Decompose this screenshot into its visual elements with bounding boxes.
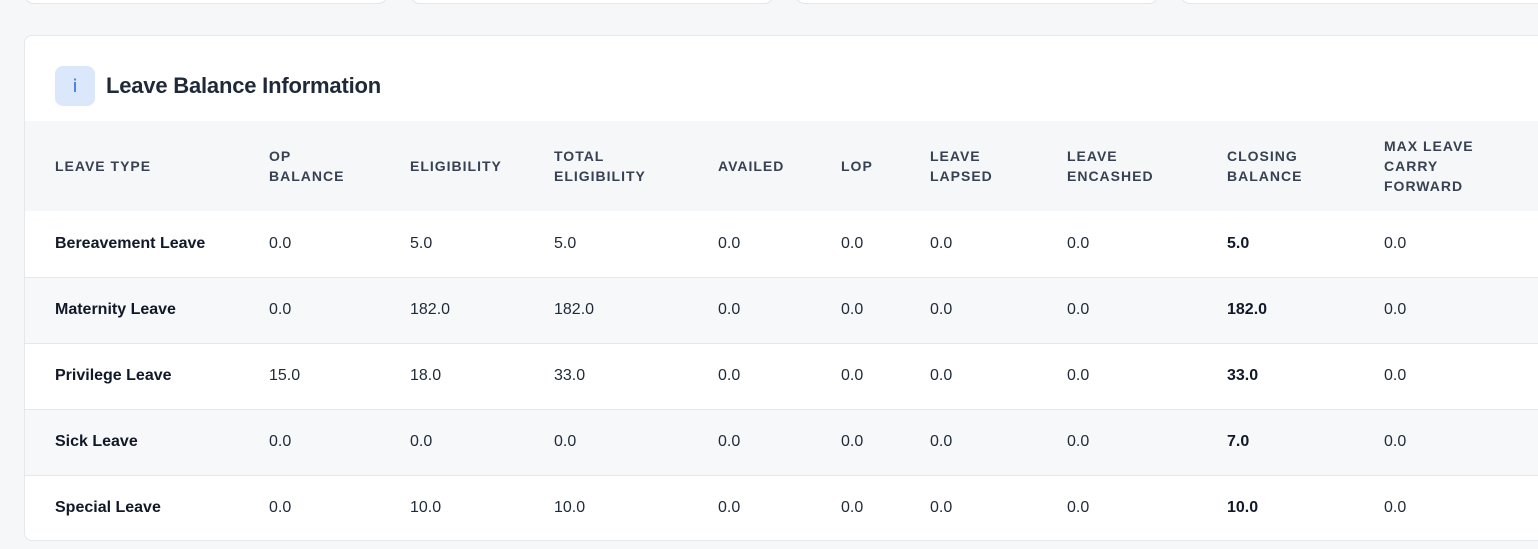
summary-card — [795, 0, 1159, 4]
lop-cell: 0.0 — [841, 301, 864, 318]
total-eligibility-cell: 0.0 — [554, 433, 577, 450]
total-eligibility-cell: 33.0 — [554, 367, 586, 384]
eligibility-cell: 5.0 — [410, 234, 433, 252]
closing-balance-cell: 7.0 — [1227, 433, 1250, 450]
col-lop-header: LOP — [841, 121, 930, 211]
header-label: BALANCE — [269, 168, 345, 184]
max-leave-carry-forward-cell: 0.0 — [1384, 499, 1407, 517]
col-op-balance-header: OP BALANCE — [269, 121, 410, 211]
eligibility-cell: 182.0 — [410, 301, 451, 318]
leave-balance-table: LEAVE TYPE OP BALANCE ELIGIBILITY TOTAL ELIGI… — [25, 121, 1538, 540]
header-label: CLOSING — [1227, 148, 1298, 164]
total-eligibility-cell: 10.0 — [554, 499, 586, 517]
max-leave-carry-forward-cell: 0.0 — [1384, 367, 1407, 384]
lop-cell: 0.0 — [841, 433, 864, 450]
table-header-row: LEAVE TYPE OP BALANCE ELIGIBILITY TOTAL ELIGI… — [25, 121, 1538, 211]
op-balance-cell: 15.0 — [269, 367, 301, 384]
table-row: Bereavement Leave 0.0 5.0 5.0 0.0 0.0 0.0 0.0 5.… — [25, 211, 1538, 277]
col-availed-header: AVAILED — [718, 121, 841, 211]
lop-cell: 0.0 — [841, 234, 864, 252]
total-eligibility-cell: 5.0 — [554, 234, 577, 252]
leave-lapsed-cell: 0.0 — [930, 301, 953, 318]
op-balance-cell: 0.0 — [269, 433, 292, 450]
summary-card — [24, 0, 388, 4]
leave-encashed-cell: 0.0 — [1067, 367, 1090, 384]
lop-cell: 0.0 — [841, 499, 864, 517]
op-balance-cell: 0.0 — [269, 234, 292, 252]
header-label: ELIGIBILITY — [410, 158, 502, 174]
header-label: LEAVE — [1067, 148, 1118, 164]
op-balance-cell: 0.0 — [269, 499, 292, 517]
leave-type-cell: Special Leave — [55, 499, 161, 517]
header-label: AVAILED — [718, 158, 785, 174]
panel-title: Leave Balance Information — [106, 73, 381, 98]
col-leave-encashed-header: LEAVE ENCASHED — [1067, 121, 1227, 211]
eligibility-cell: 18.0 — [410, 367, 442, 384]
op-balance-cell: 0.0 — [269, 301, 292, 318]
eligibility-cell: 0.0 — [410, 433, 433, 450]
table-body: Bereavement Leave 0.0 5.0 5.0 0.0 0.0 0.0 0.0 5.… — [25, 211, 1538, 540]
availed-cell: 0.0 — [718, 301, 741, 318]
table-row: Maternity Leave 0.0 182.0 182.0 0.0 0.0 0.0 0.0… — [25, 277, 1538, 343]
leave-type-cell: Maternity Leave — [55, 301, 176, 318]
header-label: LAPSED — [930, 168, 993, 184]
leave-encashed-cell: 0.0 — [1067, 433, 1090, 450]
leave-lapsed-cell: 0.0 — [930, 499, 953, 517]
header-label: ENCASHED — [1067, 168, 1154, 184]
availed-cell: 0.0 — [718, 499, 741, 517]
header-label: LEAVE — [930, 148, 981, 164]
col-leave-type-header: LEAVE TYPE — [25, 121, 269, 211]
leave-type-cell: Bereavement Leave — [55, 234, 206, 252]
leave-encashed-cell: 0.0 — [1067, 499, 1090, 517]
closing-balance-cell: 182.0 — [1227, 301, 1268, 318]
col-eligibility-header: ELIGIBILITY — [410, 121, 554, 211]
header-label: CARRY — [1384, 158, 1439, 174]
lop-cell: 0.0 — [841, 367, 864, 384]
availed-cell: 0.0 — [718, 433, 741, 450]
header-label: FORWARD — [1384, 178, 1464, 194]
eligibility-cell: 10.0 — [410, 499, 442, 517]
max-leave-carry-forward-cell: 0.0 — [1384, 301, 1407, 318]
leave-encashed-cell: 0.0 — [1067, 301, 1090, 318]
summary-card — [1180, 0, 1538, 4]
availed-cell: 0.0 — [718, 367, 741, 384]
closing-balance-cell: 5.0 — [1227, 234, 1250, 252]
info-icon-glyph: i — [72, 75, 78, 97]
leave-balance-panel: i Leave Balance Information LEAVE TYPE OP… — [24, 35, 1538, 541]
max-leave-carry-forward-cell: 0.0 — [1384, 234, 1407, 252]
header-label: ELIGIBILITY — [554, 168, 646, 184]
info-icon: i — [55, 66, 95, 106]
col-closing-balance-header: CLOSING BALANCE — [1227, 121, 1384, 211]
header-label: OP — [269, 148, 292, 164]
table-row: Sick Leave 0.0 0.0 0.0 0.0 0.0 0.0 0.0 7.0 0.0 — [25, 409, 1538, 475]
leave-type-cell: Sick Leave — [55, 433, 138, 450]
availed-cell: 0.0 — [718, 234, 741, 252]
col-leave-lapsed-header: LEAVE LAPSED — [930, 121, 1067, 211]
summary-cards-strip — [0, 0, 1538, 4]
leave-type-cell: Privilege Leave — [55, 367, 172, 384]
max-leave-carry-forward-cell: 0.0 — [1384, 433, 1407, 450]
closing-balance-cell: 33.0 — [1227, 367, 1259, 384]
closing-balance-cell: 10.0 — [1227, 499, 1259, 517]
summary-card — [410, 0, 774, 4]
header-label: LOP — [841, 158, 873, 174]
table-row: Special Leave 0.0 10.0 10.0 0.0 0.0 0.0 0.0 10.0… — [25, 475, 1538, 540]
header-label: TOTAL — [554, 148, 605, 164]
leave-lapsed-cell: 0.0 — [930, 433, 953, 450]
header-label: MAX LEAVE — [1384, 138, 1474, 154]
header-label: LEAVE TYPE — [55, 158, 152, 174]
col-total-eligibility-header: TOTAL ELIGIBILITY — [554, 121, 718, 211]
total-eligibility-cell: 182.0 — [554, 301, 595, 318]
header-label: BALANCE — [1227, 168, 1303, 184]
panel-header: i Leave Balance Information — [55, 66, 381, 106]
leave-encashed-cell: 0.0 — [1067, 234, 1090, 252]
table-row: Privilege Leave 15.0 18.0 33.0 0.0 0.0 0.0 0.0 3… — [25, 343, 1538, 409]
leave-lapsed-cell: 0.0 — [930, 367, 953, 384]
col-max-leave-carry-forward-header: MAX LEAVE CARRY FORWARD — [1384, 121, 1538, 211]
leave-lapsed-cell: 0.0 — [930, 234, 953, 252]
